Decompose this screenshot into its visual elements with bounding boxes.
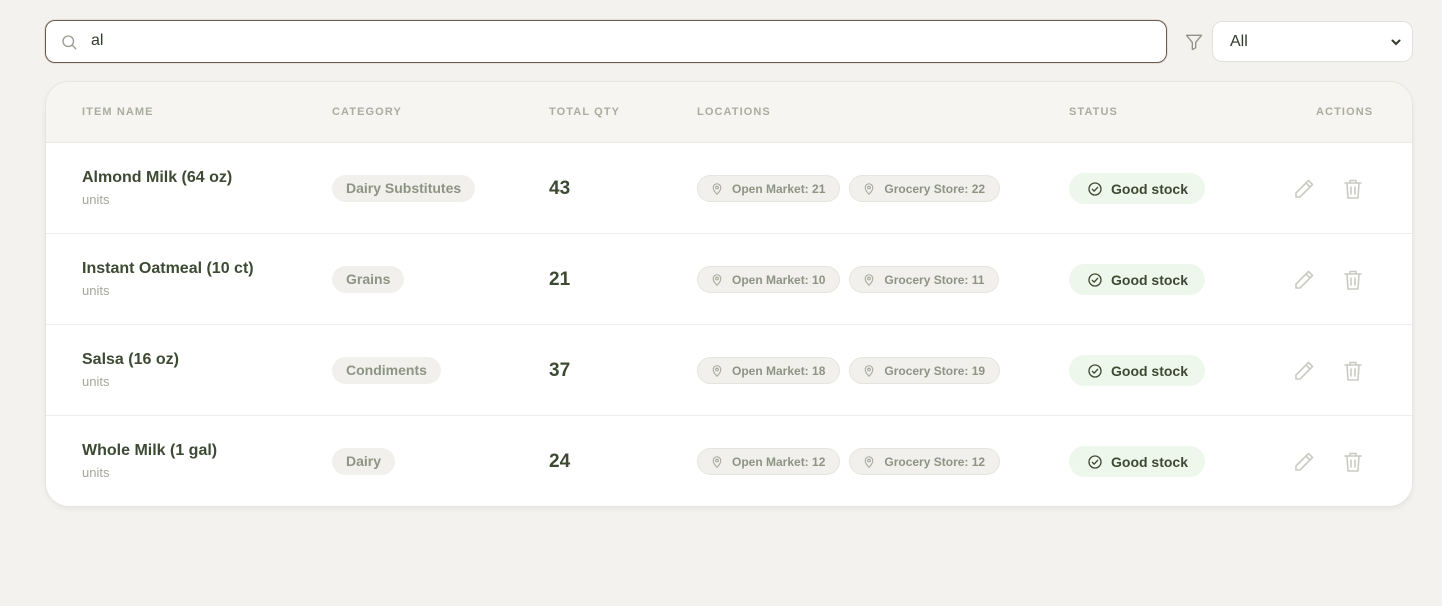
- table-row: Almond Milk (64 oz) units Dairy Substitu…: [46, 143, 1412, 234]
- status-badge: Good stock: [1069, 173, 1206, 204]
- header-item-name: ITEM NAME: [82, 106, 154, 118]
- check-circle-icon: [1088, 454, 1102, 469]
- location-label: Open Market: 10: [732, 272, 826, 287]
- trash-icon[interactable]: [1341, 268, 1365, 292]
- pencil-icon[interactable]: [1292, 268, 1316, 292]
- item-unit: units: [82, 374, 110, 389]
- location-chip: Open Market: 12: [697, 448, 841, 475]
- status-badge: Good stock: [1069, 446, 1206, 477]
- pencil-icon[interactable]: [1292, 450, 1316, 474]
- map-pin-icon: [712, 364, 722, 377]
- trash-icon[interactable]: [1341, 177, 1365, 201]
- map-pin-icon: [865, 364, 874, 377]
- map-pin-icon: [865, 455, 874, 468]
- trash-icon[interactable]: [1341, 450, 1365, 474]
- location-label: Open Market: 21: [732, 181, 826, 196]
- status-label: Good stock: [1111, 271, 1189, 288]
- total-qty: 21: [549, 269, 571, 290]
- header-category: CATEGORY: [332, 106, 402, 118]
- pencil-icon[interactable]: [1292, 177, 1316, 201]
- location-label: Grocery Store: 22: [884, 181, 986, 196]
- header-total-qty: TOTAL QTY: [549, 106, 621, 118]
- item-unit: units: [82, 192, 110, 207]
- location-list: Open Market: 12 Grocery Store: 12: [697, 448, 1001, 475]
- location-label: Open Market: 18: [732, 363, 826, 378]
- category-badge: Dairy: [332, 448, 396, 475]
- location-list: Open Market: 21 Grocery Store: 22: [697, 175, 1001, 202]
- location-chip: Grocery Store: 12: [849, 448, 1001, 475]
- category-badge: Dairy Substitutes: [332, 175, 476, 202]
- status-label: Good stock: [1111, 180, 1189, 197]
- location-label: Grocery Store: 12: [884, 454, 986, 469]
- location-label: Open Market: 12: [732, 454, 826, 469]
- location-label: Grocery Store: 19: [884, 363, 986, 378]
- search-icon: [62, 35, 77, 50]
- status-badge: Good stock: [1069, 264, 1206, 295]
- table-row: Whole Milk (1 gal) units Dairy 24 Open M…: [46, 416, 1412, 506]
- location-chip: Grocery Store: 19: [849, 357, 1001, 384]
- item-unit: units: [82, 283, 110, 298]
- location-list: Open Market: 18 Grocery Store: 19: [697, 357, 1001, 384]
- total-qty: 24: [549, 451, 571, 472]
- header-locations: LOCATIONS: [697, 106, 771, 118]
- status-filter-value: All: [1230, 32, 1248, 50]
- search-input[interactable]: [91, 21, 1151, 61]
- table-body: Almond Milk (64 oz) units Dairy Substitu…: [46, 143, 1412, 506]
- location-chip: Grocery Store: 22: [849, 175, 1001, 202]
- search-box[interactable]: [45, 20, 1167, 63]
- header-actions: ACTIONS: [1316, 106, 1374, 118]
- total-qty: 37: [549, 360, 571, 381]
- location-list: Open Market: 10 Grocery Store: 11: [697, 266, 1000, 293]
- pencil-icon[interactable]: [1292, 359, 1316, 383]
- table-header: ITEM NAME CATEGORY TOTAL QTY LOCATIONS S…: [46, 82, 1412, 143]
- chevron-down-icon: [1391, 39, 1401, 45]
- item-name: Salsa (16 oz): [82, 351, 179, 368]
- table-row: Salsa (16 oz) units Condiments 37 Open M…: [46, 325, 1412, 416]
- item-unit: units: [82, 465, 110, 480]
- filter-icon[interactable]: [1184, 32, 1204, 52]
- status-filter-select[interactable]: All: [1212, 21, 1413, 62]
- toolbar: All: [45, 20, 1413, 63]
- map-pin-icon: [712, 273, 722, 286]
- status-badge: Good stock: [1069, 355, 1206, 386]
- location-chip: Grocery Store: 11: [849, 266, 1000, 293]
- header-status: STATUS: [1069, 106, 1118, 118]
- map-pin-icon: [865, 273, 874, 286]
- inventory-table: ITEM NAME CATEGORY TOTAL QTY LOCATIONS S…: [45, 81, 1413, 507]
- location-chip: Open Market: 10: [697, 266, 841, 293]
- item-name: Instant Oatmeal (10 ct): [82, 260, 254, 277]
- table-row: Instant Oatmeal (10 ct) units Grains 21 …: [46, 234, 1412, 325]
- category-badge: Grains: [332, 266, 405, 293]
- map-pin-icon: [865, 182, 874, 195]
- check-circle-icon: [1088, 272, 1102, 287]
- category-badge: Condiments: [332, 357, 441, 384]
- trash-icon[interactable]: [1341, 359, 1365, 383]
- location-label: Grocery Store: 11: [884, 272, 985, 287]
- location-chip: Open Market: 18: [697, 357, 841, 384]
- status-label: Good stock: [1111, 453, 1189, 470]
- location-chip: Open Market: 21: [697, 175, 841, 202]
- item-name: Almond Milk (64 oz): [82, 169, 233, 186]
- item-name: Whole Milk (1 gal): [82, 442, 218, 459]
- check-circle-icon: [1088, 363, 1102, 378]
- map-pin-icon: [712, 182, 722, 195]
- total-qty: 43: [549, 178, 571, 199]
- status-label: Good stock: [1111, 362, 1189, 379]
- check-circle-icon: [1088, 181, 1102, 196]
- map-pin-icon: [712, 455, 722, 468]
